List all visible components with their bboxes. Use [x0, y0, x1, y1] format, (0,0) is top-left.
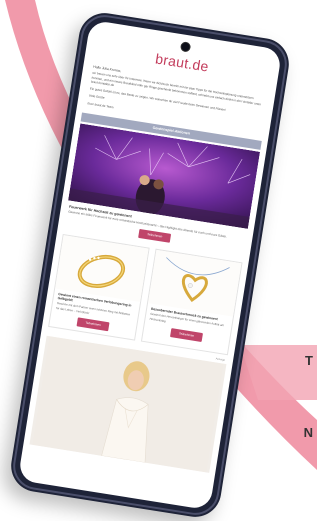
ring-participate-button[interactable]: Teilnehmen — [76, 317, 110, 332]
corner-letter-top: T — [305, 353, 313, 368]
gold-ring-image[interactable] — [55, 235, 149, 303]
pendant-participate-button[interactable]: Teilnehmen — [170, 327, 204, 342]
pendant-card: Bezaubernder Brautschmuck zu gewinnen! G… — [140, 249, 243, 356]
heart-pendant-image[interactable] — [147, 250, 242, 317]
corner-letter-bottom: N — [303, 425, 313, 440]
feature-participate-button[interactable]: Teilnehmen — [138, 229, 172, 244]
front-camera-icon — [179, 41, 192, 53]
ring-card: Gewinnt einen romantischen Verlobungsrin… — [48, 234, 150, 341]
